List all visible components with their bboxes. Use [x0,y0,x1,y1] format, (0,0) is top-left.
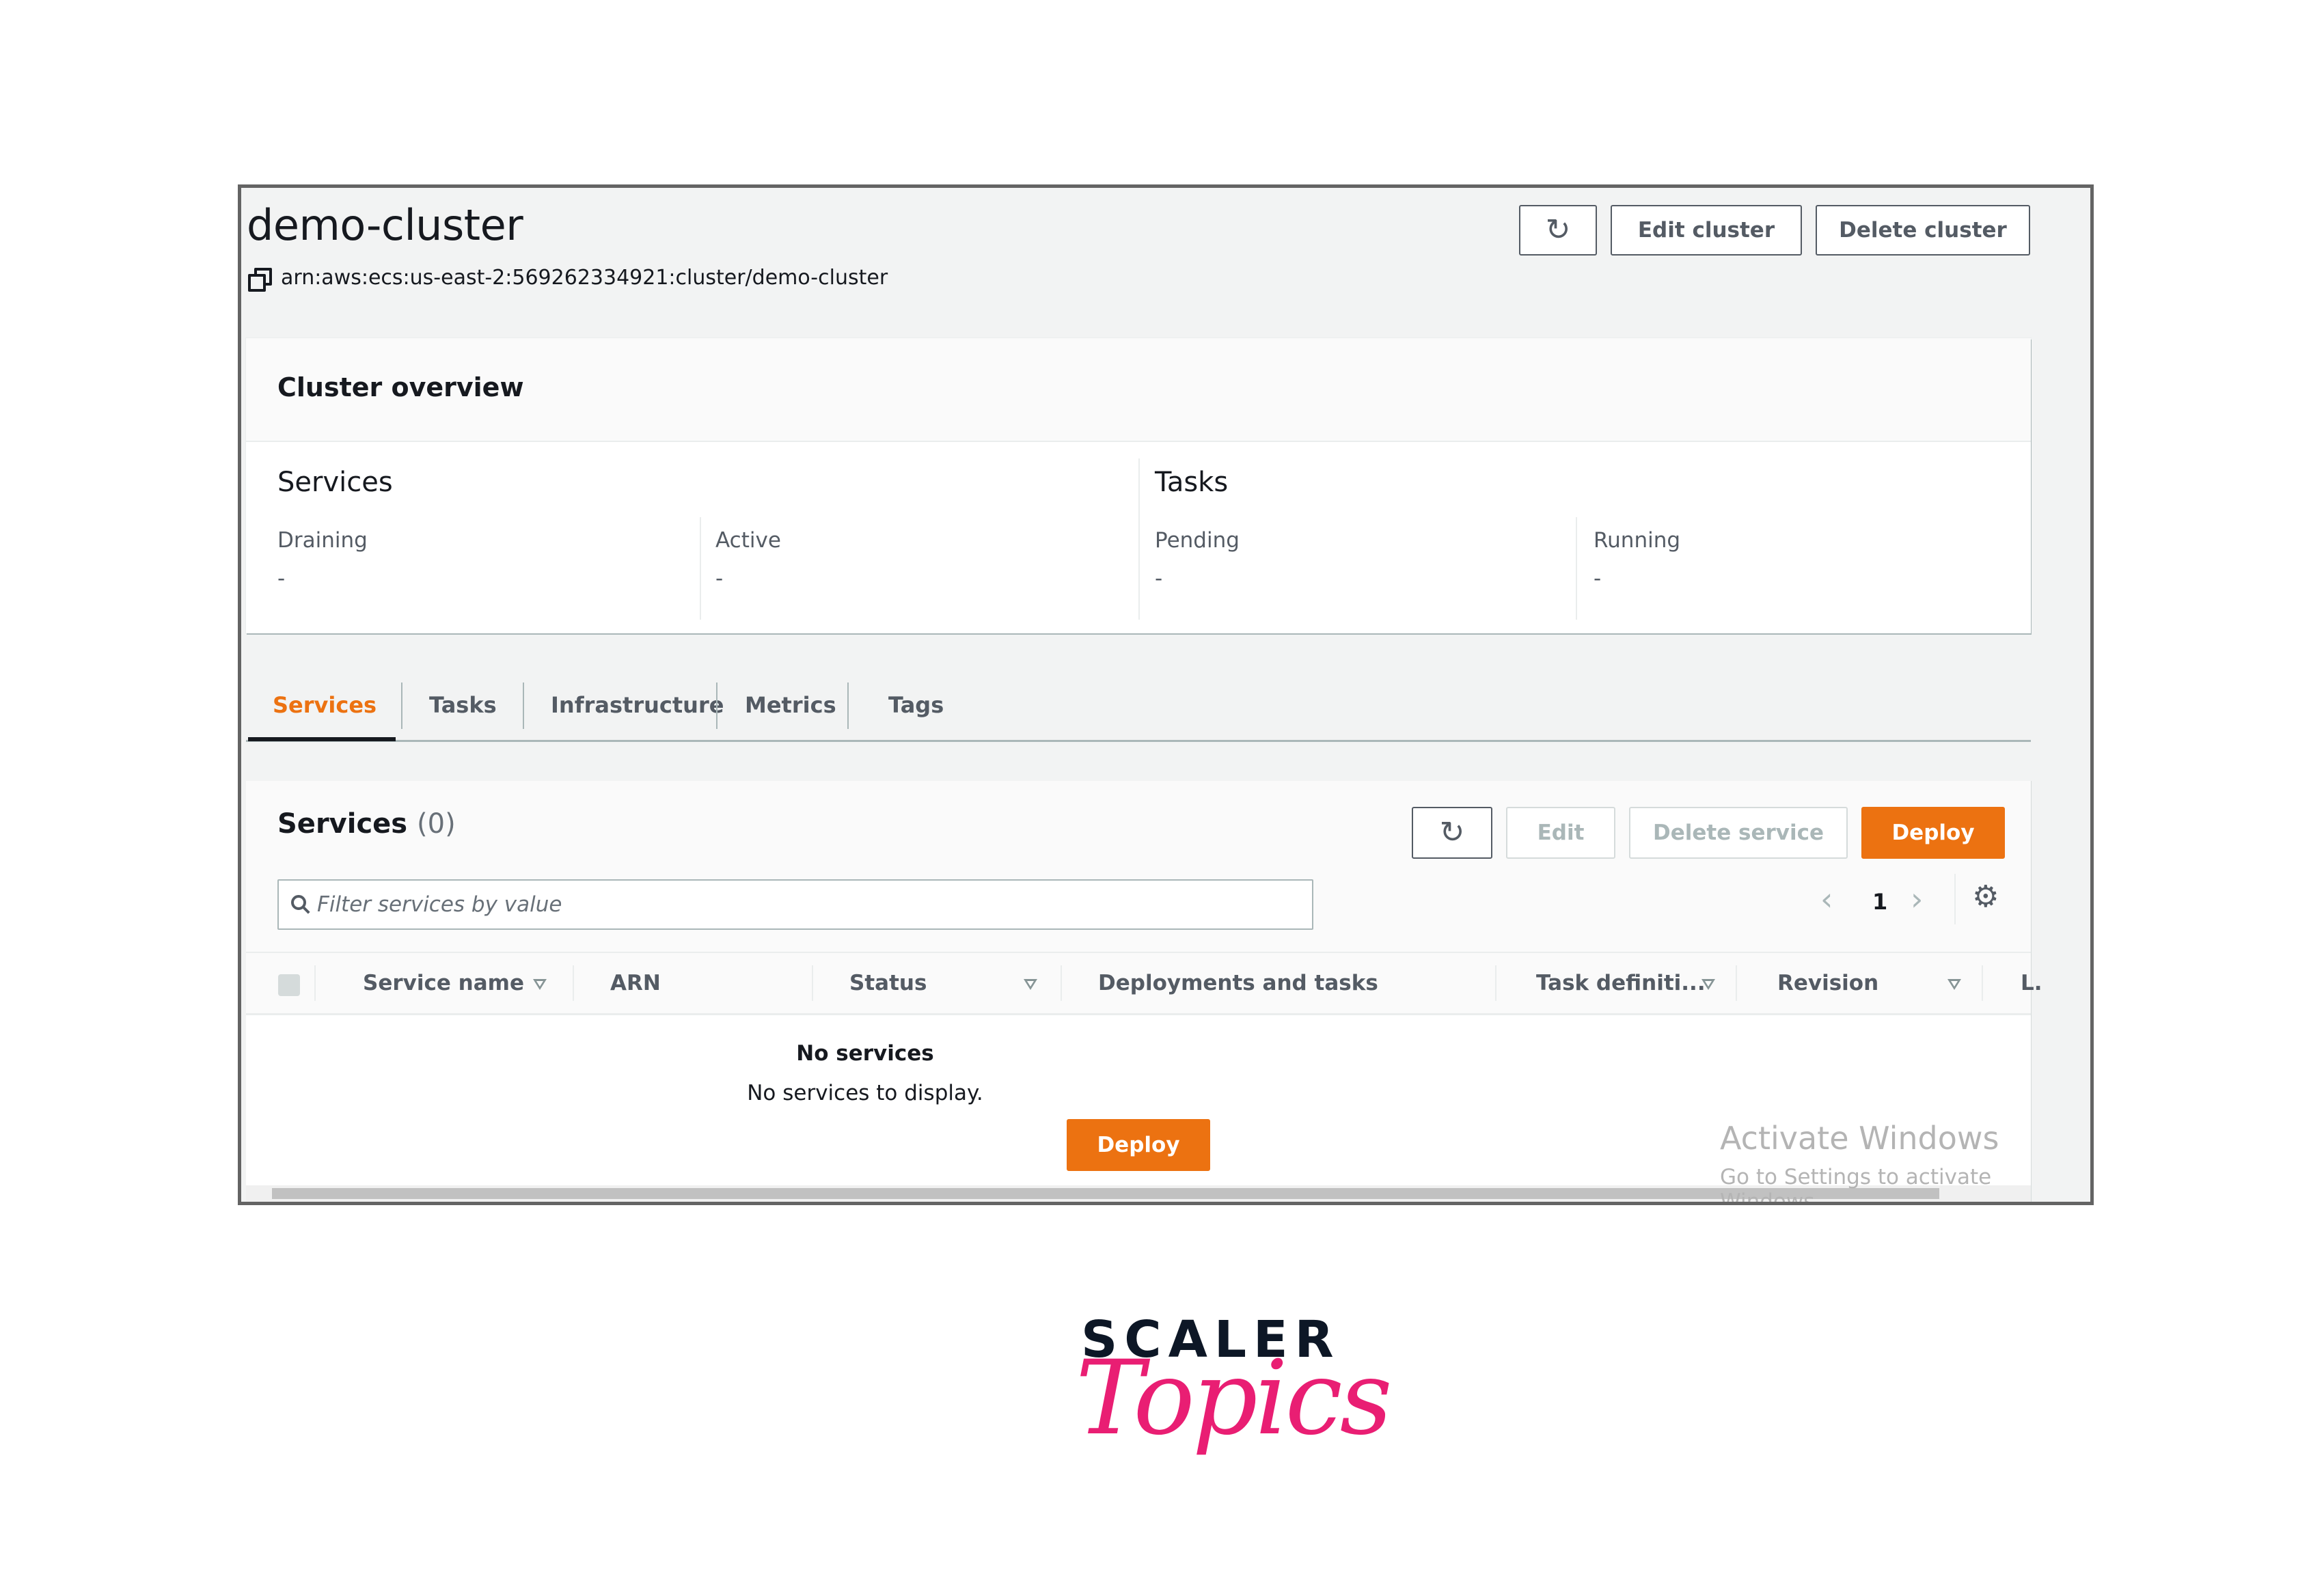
filter-placeholder: Filter services by value [317,892,562,917]
section-divider [1138,458,1140,620]
tab-divider [523,683,524,729]
activate-windows-message: Go to Settings to activate Windows. [1720,1165,1992,1205]
filter-services-input[interactable]: Filter services by value [277,879,1313,930]
tab-divider [847,683,849,729]
column-header-truncated[interactable]: L. [2021,953,2042,1013]
pending-label: Pending [1155,528,1240,553]
column-divider [1736,965,1737,1001]
table-header: Service name ARN Status Deployments and … [246,953,2042,1015]
empty-state-deploy-button[interactable]: Deploy [1067,1119,1210,1171]
active-label: Active [715,528,781,553]
active-value: - [715,566,724,591]
column-divider [573,965,574,1001]
running-label: Running [1594,528,1681,553]
refresh-icon: ↻ [1439,815,1465,850]
delete-cluster-button[interactable]: Delete cluster [1816,205,2030,256]
running-value: - [1594,566,1602,591]
brand-logo-topics: Topics [1076,1339,1393,1458]
current-page[interactable]: 1 [1872,889,1887,915]
tab-tags[interactable]: Tags [888,681,944,729]
column-divider [812,965,813,1001]
tab-divider [401,683,402,729]
chevron-left-icon[interactable]: ‹ [1820,883,1833,915]
services-title-text: Services [277,808,408,840]
tabs-baseline [246,740,2031,742]
sort-icon[interactable] [1947,979,1961,990]
edit-service-button[interactable]: Edit [1506,807,1615,859]
services-panel-title: Services (0) [277,808,456,840]
overview-tasks-heading: Tasks [1155,467,1229,498]
draining-value: - [277,566,286,591]
pending-value: - [1155,566,1163,591]
services-count: (0) [417,808,456,840]
column-divider [1982,965,1983,1001]
column-divider [1061,965,1062,1001]
column-divider [1576,517,1577,620]
column-divider [1495,965,1496,1001]
column-header-status[interactable]: Status [849,953,927,1013]
delete-service-button[interactable]: Delete service [1629,807,1848,859]
edit-cluster-button[interactable]: Edit cluster [1611,205,1802,256]
scrollbar-thumb[interactable] [272,1188,1939,1199]
cluster-overview-header: Cluster overview [246,338,2031,442]
sort-icon[interactable] [1024,979,1037,990]
cluster-overview-title: Cluster overview [277,372,524,402]
gear-icon[interactable]: ⚙ [1972,882,1999,912]
chevron-right-icon[interactable]: › [1911,883,1923,915]
empty-state-title: No services [796,1041,934,1066]
draining-label: Draining [277,528,368,553]
column-header-service-name[interactable]: Service name [363,953,524,1013]
refresh-services-button[interactable]: ↻ [1412,807,1492,859]
column-divider [314,965,316,1001]
active-tab-indicator [248,737,396,741]
column-header-revision[interactable]: Revision [1777,953,1878,1013]
search-icon [291,895,306,910]
column-header-deployments-and-tasks[interactable]: Deployments and tasks [1098,953,1378,1013]
cluster-tabs: Services Tasks Infrastructure Metrics Ta… [246,681,2031,743]
empty-state-message: No services to display. [747,1081,983,1105]
select-all-checkbox[interactable] [278,974,300,996]
pagination-divider [1954,874,1956,924]
tab-services[interactable]: Services [273,681,377,729]
sort-icon[interactable] [1701,979,1715,990]
column-header-task-definition[interactable]: Task definiti... [1536,953,1706,1013]
overview-services-heading: Services [277,467,393,498]
activate-windows-title: Activate Windows [1720,1120,1999,1157]
sort-icon[interactable] [533,979,547,990]
tab-metrics[interactable]: Metrics [745,681,836,729]
ecs-console-window: demo-cluster arn:aws:ecs:us-east-2:56926… [238,184,2094,1205]
copy-icon[interactable] [248,267,272,292]
tab-infrastructure[interactable]: Infrastructure [551,681,724,729]
tab-tasks[interactable]: Tasks [429,681,497,729]
column-divider [700,517,701,620]
refresh-cluster-button[interactable]: ↻ [1519,205,1597,256]
page-title: demo-cluster [247,200,523,250]
deploy-button[interactable]: Deploy [1861,807,2005,859]
tab-divider [716,683,717,729]
column-header-arn[interactable]: ARN [610,953,661,1013]
refresh-icon: ↻ [1545,212,1571,247]
cluster-overview-card: Cluster overview Services Draining - Act… [246,338,2031,633]
cluster-arn: arn:aws:ecs:us-east-2:569262334921:clust… [248,266,888,292]
cluster-arn-text: arn:aws:ecs:us-east-2:569262334921:clust… [281,266,888,290]
